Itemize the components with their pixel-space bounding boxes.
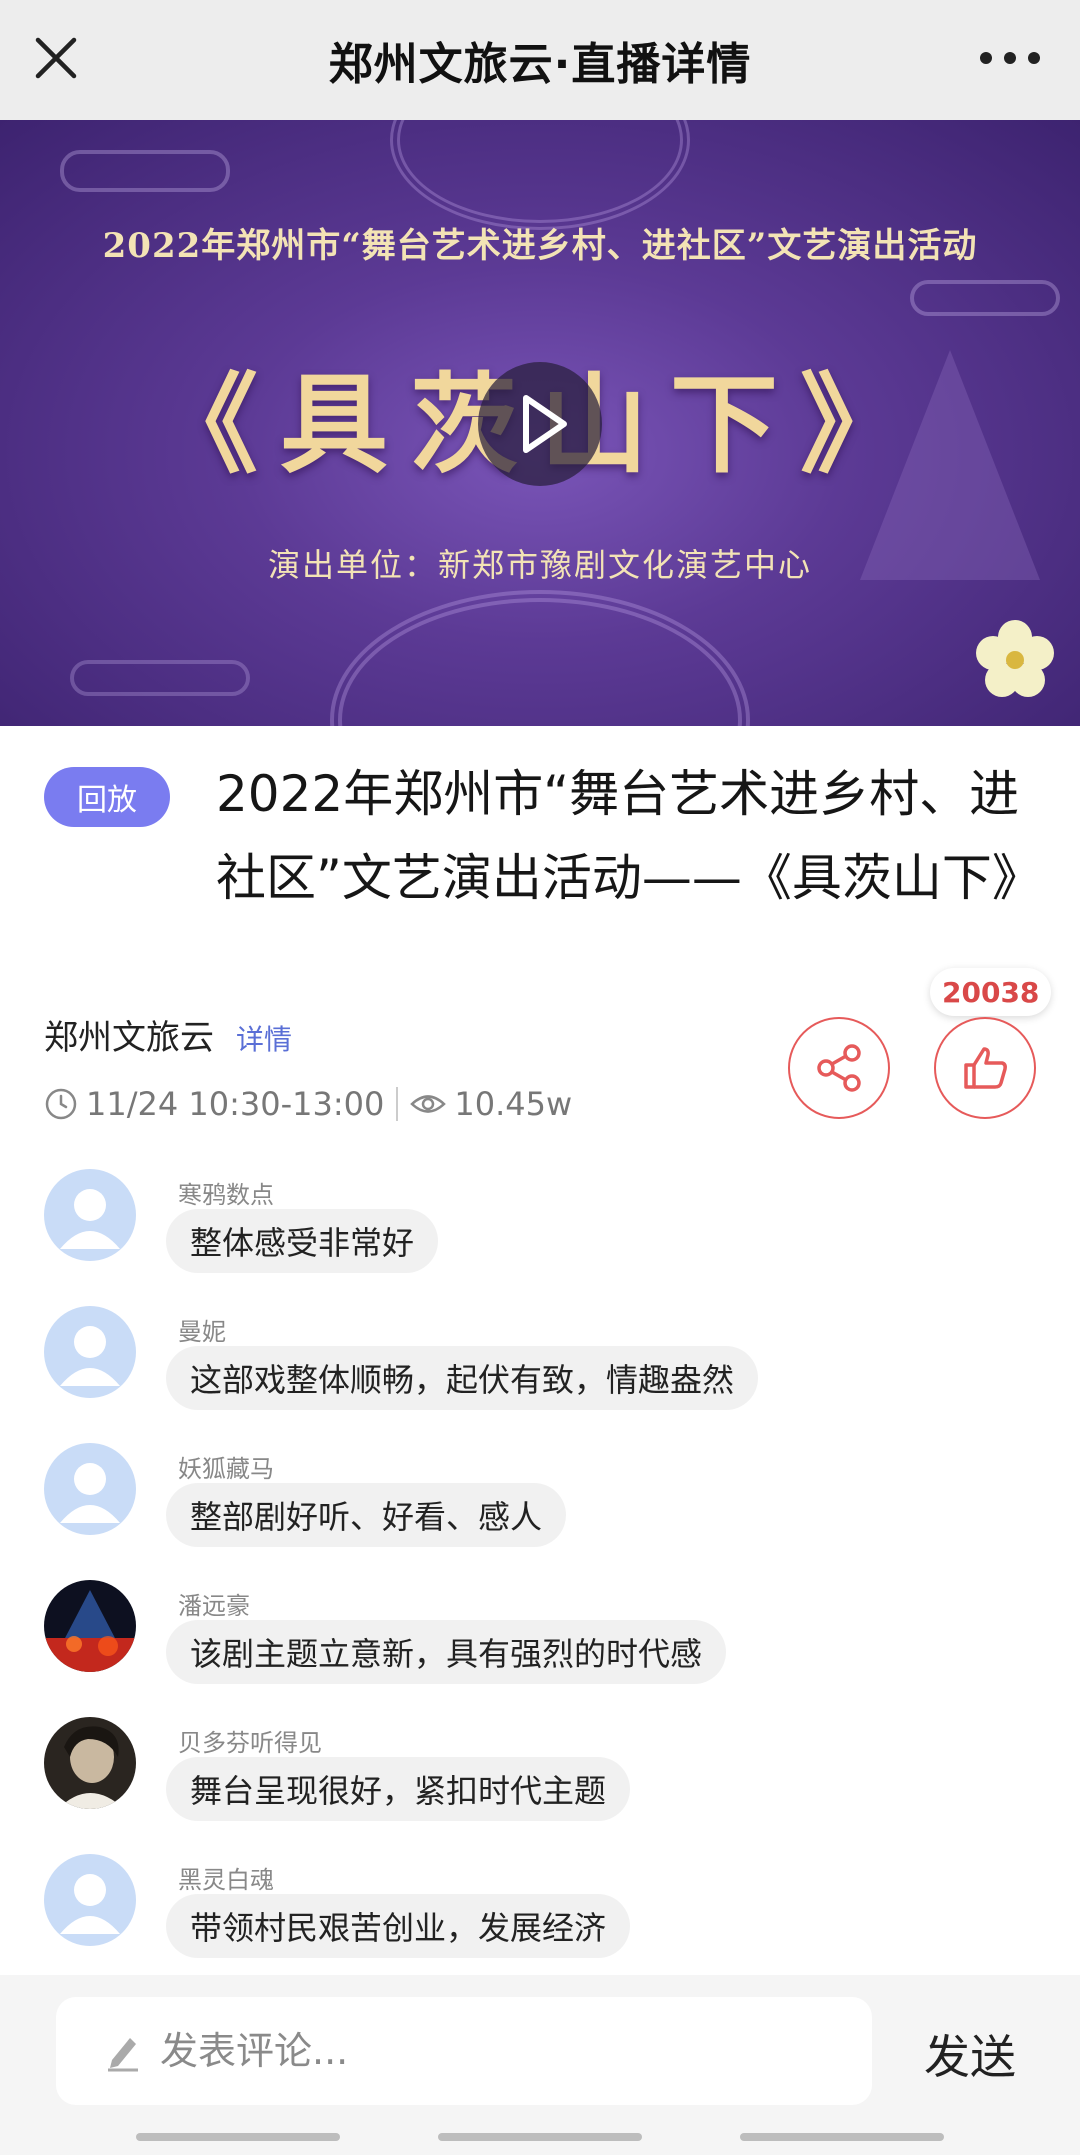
event-meta: 11/24 10:30-13:00 10.45w [44,1085,572,1123]
like-count-badge: 20038 [930,968,1052,1016]
details-link[interactable]: 详情 [236,1018,292,1058]
banner-performer: 演出单位：新郑市豫剧文化演艺中心 [267,546,812,584]
comment-text: 这部戏整体顺畅，起伏有致，情趣盎然 [166,1346,759,1410]
comment-item: 妖狐藏马 整部剧好听、好看、感人 [0,1439,1080,1576]
organizer-line: 郑州文旅云 详情 [44,1010,292,1059]
play-icon [523,395,567,453]
cloud-ornament [60,150,230,192]
top-nav-bar: 郑州文旅云·直播详情 [0,0,1080,120]
send-button[interactable]: 发送 [924,2021,1016,2087]
home-indicator [136,2133,340,2141]
divider [396,1087,399,1121]
comment-author: 妖狐藏马 [178,1455,274,1483]
thumbs-up-icon [964,1047,1007,1089]
comment-input-box[interactable] [56,1997,872,2105]
share-icon [817,1044,861,1092]
home-indicator [740,2133,944,2141]
comment-list: 寒鸦数点 整体感受非常好 曼妮 这部戏整体顺畅，起伏有致，情趣盎然 妖狐藏马 整… [0,1165,1080,1987]
comment-text: 整体感受非常好 [166,1209,439,1273]
comment-author: 贝多芬听得见 [178,1729,322,1757]
comment-item: 曼妮 这部戏整体顺畅，起伏有致，情趣盎然 [0,1302,1080,1439]
like-button[interactable] [934,1017,1036,1119]
close-icon[interactable] [34,36,78,80]
flower-icon [970,615,1060,705]
page: 郑州文旅云·直播详情 2022年郑州市“舞台艺术进乡村、进社区”文艺演出活动 《… [0,0,1080,2155]
avatar-concert-photo[interactable] [44,1580,136,1672]
event-time: 11/24 10:30-13:00 [86,1085,385,1123]
play-button[interactable] [478,362,602,486]
comment-input-bar: 发送 [0,1975,1080,2155]
decorative-pattern [390,120,690,230]
clock-icon [45,1088,77,1120]
comment-input[interactable] [160,2029,840,2073]
comment-author: 潘远豪 [178,1592,250,1620]
avatar-default[interactable] [44,1443,136,1535]
comment-item: 寒鸦数点 整体感受非常好 [0,1165,1080,1302]
comment-text: 带领村民艰苦创业，发展经济 [166,1894,631,1958]
avatar-default[interactable] [44,1854,136,1946]
more-options-icon[interactable] [980,38,1040,78]
avatar-default[interactable] [44,1306,136,1398]
comment-author: 曼妮 [178,1318,226,1346]
comment-item: 黑灵白魂 带领村民艰苦创业，发展经济 [0,1850,1080,1987]
cloud-ornament [910,280,1060,316]
banner-subtitle: 2022年郑州市“舞台艺术进乡村、进社区”文艺演出活动 [102,226,978,266]
home-indicator [438,2133,642,2141]
comment-item: 潘远豪 该剧主题立意新，具有强烈的时代感 [0,1576,1080,1713]
share-button[interactable] [788,1017,890,1119]
organizer-name: 郑州文旅云 [44,1018,214,1058]
decorative-pattern [330,590,750,726]
avatar-default[interactable] [44,1169,136,1261]
avatar-portrait-photo[interactable] [44,1717,136,1809]
cloud-ornament [70,660,250,696]
eye-icon [410,1095,447,1113]
comment-author: 寒鸦数点 [178,1181,274,1209]
page-title: 郑州文旅云·直播详情 [328,39,752,90]
comment-text: 该剧主题立意新，具有强烈的时代感 [166,1620,727,1684]
replay-badge: 回放 [44,767,170,827]
pencil-icon [108,2038,138,2072]
view-count: 10.45w [454,1085,573,1123]
comment-text: 整部剧好听、好看、感人 [166,1483,567,1547]
comment-item: 贝多芬听得见 舞台呈现很好，紧扣时代主题 [0,1713,1080,1850]
event-title: 2022年郑州市“舞台艺术进乡村、进社区”文艺演出活动——《具茨山下》 [216,765,1042,907]
video-player-banner[interactable]: 2022年郑州市“舞台艺术进乡村、进社区”文艺演出活动 《具茨山下》 演出单位：… [0,120,1080,726]
comment-author: 黑灵白魂 [178,1866,274,1894]
comment-text: 舞台呈现很好，紧扣时代主题 [166,1757,631,1821]
